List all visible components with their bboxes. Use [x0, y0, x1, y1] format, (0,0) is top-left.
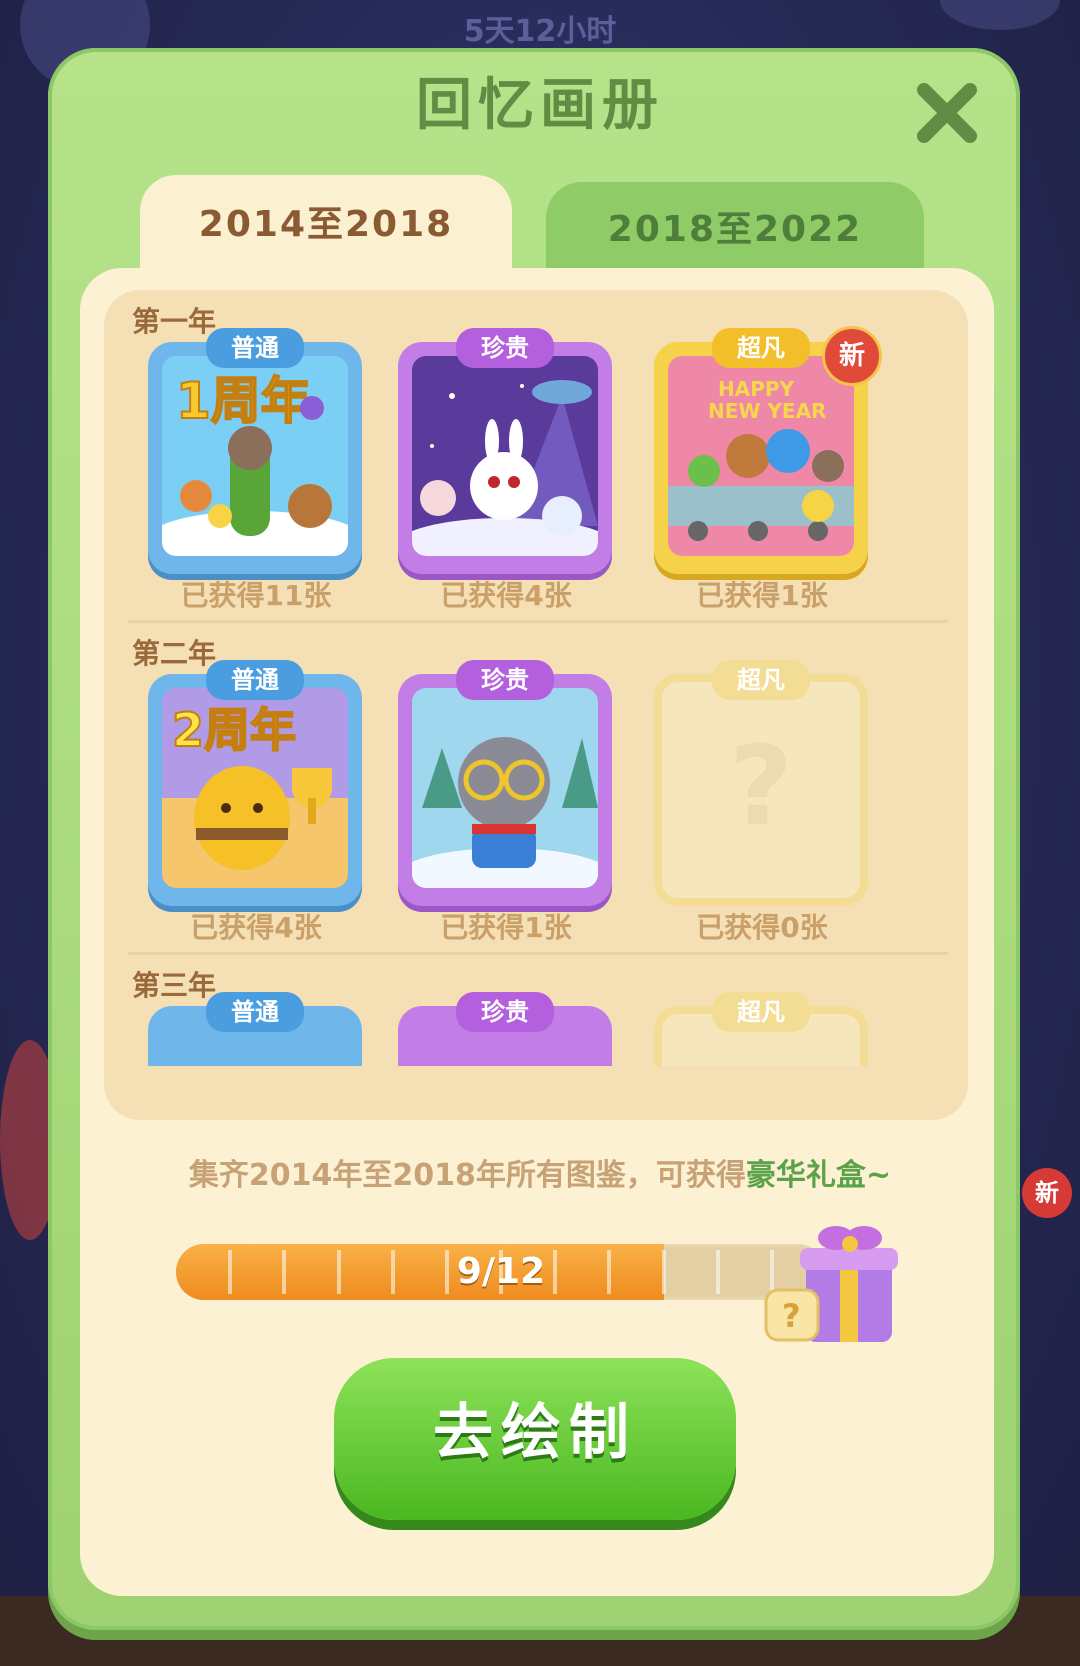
scroll-mask: [104, 1066, 968, 1120]
question-mark: ?: [729, 722, 793, 850]
card-count: 已获得1张: [440, 911, 572, 944]
event-timer: 5天12小时: [463, 14, 617, 49]
new-badge: 新: [822, 326, 882, 386]
card-image: 1周年: [162, 356, 348, 556]
rarity-tag-extraordinary: 超凡: [712, 660, 810, 700]
album-card-list[interactable]: 第一年 1周年 普通 已获得11张 珍贵 已获得4张 HAPPY NEW YEA…: [104, 290, 968, 1120]
album-card-precious[interactable]: 珍贵: [398, 328, 612, 574]
card-image: [412, 688, 598, 888]
collection-progress-bar: 9/12: [176, 1244, 826, 1300]
card-image: HAPPY NEW YEAR: [668, 356, 854, 556]
rarity-tag-common: 普通: [206, 328, 304, 368]
reward-description-text: 集齐2014年至2018年所有图鉴，可获得: [188, 1158, 746, 1193]
go-draw-button[interactable]: 去绘制: [334, 1358, 736, 1520]
rarity-tag-precious: 珍贵: [456, 328, 554, 368]
progress-label: 9/12: [456, 1251, 546, 1292]
album-card-precious[interactable]: 珍贵: [398, 660, 612, 906]
tab-2014-2018[interactable]: 2014至2018: [140, 175, 512, 275]
rarity-tag-common: 普通: [206, 992, 304, 1032]
card-count: 已获得11张: [180, 579, 332, 612]
year-divider: [128, 952, 948, 955]
card-count: 已获得4张: [440, 579, 572, 612]
year-divider: [128, 620, 948, 623]
card-count: 已获得0张: [696, 911, 828, 944]
year-label: 第二年: [132, 637, 217, 670]
svg-text:1周年: 1周年: [176, 372, 311, 430]
card-count: 已获得1张: [696, 579, 828, 612]
album-card-common[interactable]: 1周年 普通: [148, 328, 362, 574]
album-card-common[interactable]: 2周年 普通: [148, 660, 362, 906]
card-image: [412, 356, 598, 556]
rarity-tag-extraordinary: 超凡: [712, 328, 810, 368]
reward-highlight: 豪华礼盒~: [745, 1158, 892, 1193]
tab-2018-2022[interactable]: 2018至2022: [546, 182, 924, 268]
svg-text:2周年: 2周年: [172, 703, 296, 757]
card-count: 已获得4张: [190, 911, 322, 944]
rarity-tag-precious: 珍贵: [456, 992, 554, 1032]
rarity-tag-precious: 珍贵: [456, 660, 554, 700]
year-label: 第一年: [132, 305, 217, 338]
reward-description: 集齐2014年至2018年所有图鉴，可获得豪华礼盒~: [0, 1150, 1080, 1194]
year-label: 第三年: [132, 969, 217, 1002]
gift-box-icon[interactable]: ?: [760, 1212, 910, 1352]
rarity-tag-common: 普通: [206, 660, 304, 700]
close-icon[interactable]: [912, 78, 982, 148]
svg-text:HAPPY: HAPPY: [718, 377, 795, 401]
card-image: 2周年: [162, 688, 348, 888]
svg-text:NEW YEAR: NEW YEAR: [708, 399, 826, 423]
svg-text:?: ?: [782, 1297, 801, 1335]
album-card-locked[interactable]: ? 超凡: [654, 660, 868, 906]
rarity-tag-extraordinary: 超凡: [712, 992, 810, 1032]
